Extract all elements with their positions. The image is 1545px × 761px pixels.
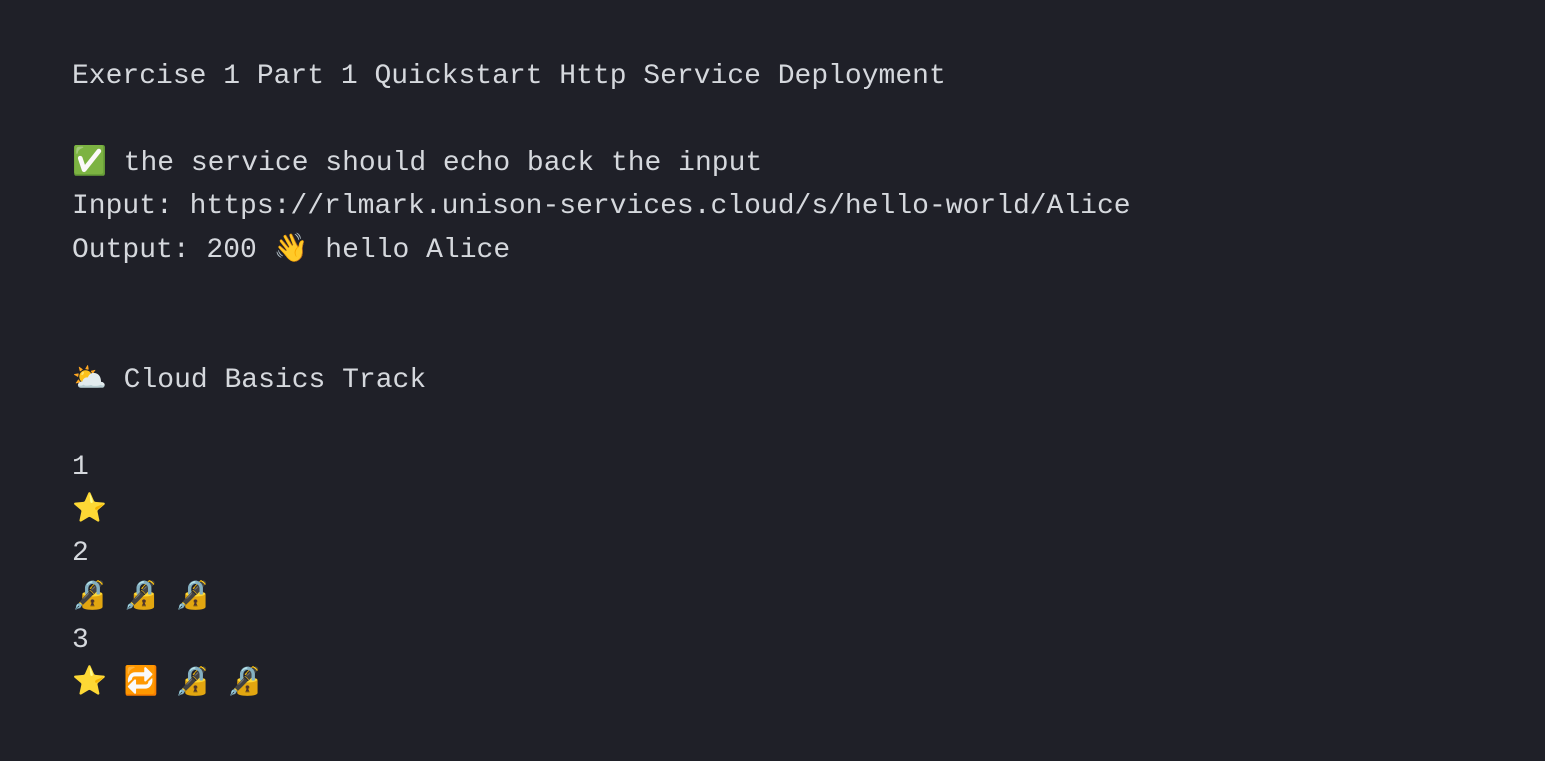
blank-line xyxy=(72,272,1473,315)
terminal-output: Exercise 1 Part 1 Quickstart Http Servic… xyxy=(72,55,1473,706)
exercise-title: Exercise 1 Part 1 Quickstart Http Servic… xyxy=(72,55,1473,98)
progress-item-number: 3 xyxy=(72,619,1473,662)
progress-item-status: ⭐ 🔁 🔏 🔏 xyxy=(72,662,1473,705)
progress-item-number: 1 xyxy=(72,446,1473,489)
track-title: ⛅ Cloud Basics Track xyxy=(72,359,1473,402)
test-result-line: ✅ the service should echo back the input xyxy=(72,142,1473,185)
input-line: Input: https://rlmark.unison-services.cl… xyxy=(72,185,1473,228)
output-line: Output: 200 👋 hello Alice xyxy=(72,229,1473,272)
blank-line xyxy=(72,402,1473,445)
progress-item-status: 🔏 🔏 🔏 xyxy=(72,576,1473,619)
progress-item-status: ⭐ xyxy=(72,489,1473,532)
blank-line xyxy=(72,315,1473,358)
blank-line xyxy=(72,98,1473,141)
progress-item-number: 2 xyxy=(72,532,1473,575)
